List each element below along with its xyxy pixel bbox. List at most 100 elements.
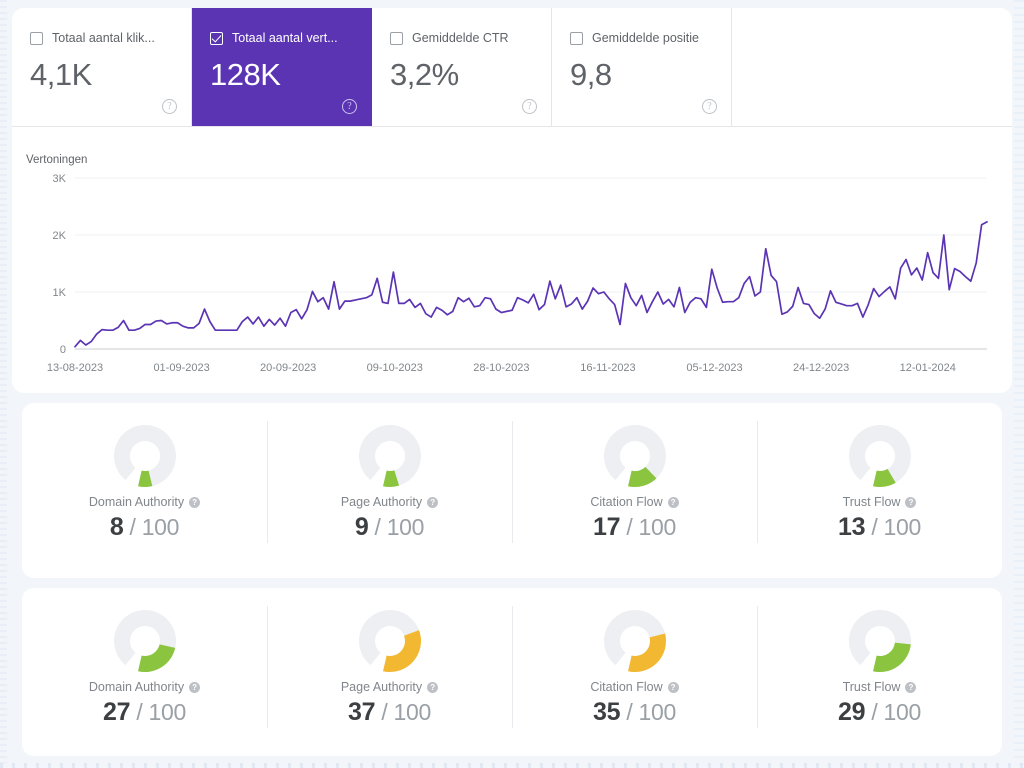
metric-tile-row: Totaal aantal klik...4,1K?Totaal aantal … bbox=[12, 8, 732, 126]
gauge-domain-authority-1: Domain Authority?27 / 100 bbox=[22, 588, 267, 756]
svg-text:09-10-2023: 09-10-2023 bbox=[367, 362, 423, 374]
svg-text:16-11-2023: 16-11-2023 bbox=[580, 362, 635, 374]
gauge-score-value: 27 bbox=[103, 698, 130, 726]
gauge-donut bbox=[602, 608, 668, 674]
authority-metrics-card-1: Domain Authority?8 / 100Page Authority?9… bbox=[22, 403, 1002, 578]
checkbox-icon[interactable] bbox=[210, 32, 223, 45]
gauge-score-value: 29 bbox=[838, 698, 865, 726]
gauge-score: 29 / 100 bbox=[838, 698, 921, 727]
gauge-label: Trust Flow? bbox=[843, 495, 917, 509]
bottom-edge-strip bbox=[0, 763, 1024, 768]
gauge-page-authority-1: Page Authority? 37 / 100 bbox=[267, 588, 512, 756]
metric-tile-label: Totaal aantal klik... bbox=[52, 31, 155, 45]
gauge-score-max: / 100 bbox=[130, 699, 186, 725]
question-circle-icon[interactable]: ? bbox=[668, 682, 679, 693]
gauge-label-text: Domain Authority bbox=[89, 495, 184, 509]
metric-tile-label: Gemiddelde CTR bbox=[412, 31, 509, 45]
left-edge-strip bbox=[0, 0, 7, 768]
authority-metrics-card-2: Domain Authority?27 / 100Page Authority?… bbox=[22, 588, 1002, 756]
metric-tile-2[interactable]: Gemiddelde CTR3,2%? bbox=[372, 8, 552, 126]
gauge-label-text: Citation Flow bbox=[590, 495, 662, 509]
gauge-label: Domain Authority? bbox=[89, 495, 200, 509]
dashboard-page: Totaal aantal klik...4,1K?Totaal aantal … bbox=[0, 0, 1024, 768]
question-circle-icon[interactable]: ? bbox=[702, 99, 717, 114]
gauge-score-value: 17 bbox=[593, 513, 620, 541]
gauge-citation-flow-0: Citation Flow? 17 / 100 bbox=[512, 403, 757, 578]
gauge-label-text: Page Authority bbox=[341, 495, 422, 509]
gauge-label: Page Authority? bbox=[341, 680, 438, 694]
gauge-citation-flow-1: Citation Flow? 35 / 100 bbox=[512, 588, 757, 756]
metric-tile-header: Gemiddelde positie bbox=[570, 30, 717, 46]
gauge-row-2: Domain Authority?27 / 100Page Authority?… bbox=[22, 588, 1002, 756]
svg-text:3K: 3K bbox=[53, 173, 67, 185]
gauge-trust-flow-1: Trust Flow? 29 / 100 bbox=[757, 588, 1002, 756]
gauge-score-value: 8 bbox=[110, 513, 124, 541]
checkbox-icon[interactable] bbox=[390, 32, 403, 45]
question-circle-icon[interactable]: ? bbox=[189, 497, 200, 508]
metric-tile-value: 128K bbox=[210, 57, 357, 93]
question-circle-icon[interactable]: ? bbox=[905, 682, 916, 693]
gauge-label-text: Domain Authority bbox=[89, 680, 184, 694]
gauge-score-value: 35 bbox=[593, 698, 620, 726]
gauge-label-text: Page Authority bbox=[341, 680, 422, 694]
gauge-score: 13 / 100 bbox=[838, 513, 921, 542]
gauge-score-max: / 100 bbox=[375, 699, 431, 725]
gauge-trust-flow-0: Trust Flow? 13 / 100 bbox=[757, 403, 1002, 578]
question-circle-icon[interactable]: ? bbox=[162, 99, 177, 114]
chart-canvas: 01K2K3K13-08-202301-09-202320-09-202309-… bbox=[12, 127, 1012, 393]
gauge-donut bbox=[357, 608, 423, 674]
svg-text:28-10-2023: 28-10-2023 bbox=[473, 362, 529, 374]
performance-card: Totaal aantal klik...4,1K?Totaal aantal … bbox=[12, 8, 1012, 393]
svg-text:01-09-2023: 01-09-2023 bbox=[153, 362, 209, 374]
metric-tile-0[interactable]: Totaal aantal klik... 4,1K? bbox=[12, 8, 192, 126]
metric-tile-label: Gemiddelde positie bbox=[592, 31, 699, 45]
gauge-page-authority-0: Page Authority?9 / 100 bbox=[267, 403, 512, 578]
gauge-score-max: / 100 bbox=[620, 699, 676, 725]
gauge-label: Page Authority? bbox=[341, 495, 438, 509]
gauge-label: Citation Flow? bbox=[590, 680, 678, 694]
question-circle-icon[interactable]: ? bbox=[905, 497, 916, 508]
gauge-domain-authority-0: Domain Authority? 8 / 100 bbox=[22, 403, 267, 578]
question-circle-icon[interactable]: ? bbox=[427, 497, 438, 508]
gauge-score-max: / 100 bbox=[368, 514, 424, 540]
gauge-label-text: Citation Flow bbox=[590, 680, 662, 694]
gauge-score-max: / 100 bbox=[865, 514, 921, 540]
gauge-score: 8 / 100 bbox=[110, 513, 179, 542]
gauge-row-1: Domain Authority?8 / 100Page Authority?9… bbox=[22, 403, 1002, 578]
metric-tile-header: Totaal aantal klik... bbox=[30, 30, 177, 46]
metric-tile-header: Totaal aantal vert... bbox=[210, 30, 357, 46]
question-circle-icon[interactable]: ? bbox=[427, 682, 438, 693]
metric-tile-value: 9,8 bbox=[570, 57, 717, 93]
gauge-score-max: / 100 bbox=[620, 514, 676, 540]
gauge-label: Domain Authority? bbox=[89, 680, 200, 694]
question-circle-icon[interactable]: ? bbox=[668, 497, 679, 508]
metric-tile-value: 4,1K bbox=[30, 57, 177, 93]
impressions-chart: Vertoningen 01K2K3K13-08-202301-09-20232… bbox=[12, 127, 1012, 393]
question-circle-icon[interactable]: ? bbox=[342, 99, 357, 114]
question-circle-icon[interactable]: ? bbox=[189, 682, 200, 693]
svg-text:2K: 2K bbox=[53, 230, 67, 242]
gauge-donut bbox=[847, 608, 913, 674]
svg-text:24-12-2023: 24-12-2023 bbox=[793, 362, 849, 374]
gauge-score: 37 / 100 bbox=[348, 698, 431, 727]
svg-text:12-01-2024: 12-01-2024 bbox=[900, 362, 956, 374]
gauge-score-value: 13 bbox=[838, 513, 865, 541]
checkbox-icon[interactable] bbox=[30, 32, 43, 45]
gauge-label: Citation Flow? bbox=[590, 495, 678, 509]
gauge-donut bbox=[112, 423, 178, 489]
metric-tile-3[interactable]: Gemiddelde positie 9,8? bbox=[552, 8, 732, 126]
gauge-label: Trust Flow? bbox=[843, 680, 917, 694]
metric-tile-1[interactable]: Totaal aantal vert... 128K? bbox=[192, 8, 372, 126]
svg-text:1K: 1K bbox=[53, 287, 67, 299]
gauge-donut bbox=[357, 423, 423, 489]
gauge-score: 17 / 100 bbox=[593, 513, 676, 542]
checkbox-icon[interactable] bbox=[570, 32, 583, 45]
gauge-score: 35 / 100 bbox=[593, 698, 676, 727]
svg-text:20-09-2023: 20-09-2023 bbox=[260, 362, 316, 374]
gauge-label-text: Trust Flow bbox=[843, 495, 901, 509]
gauge-label-text: Trust Flow bbox=[843, 680, 901, 694]
gauge-score-max: / 100 bbox=[865, 699, 921, 725]
gauge-score: 27 / 100 bbox=[103, 698, 186, 727]
right-edge-strip bbox=[1014, 0, 1024, 768]
question-circle-icon[interactable]: ? bbox=[522, 99, 537, 114]
